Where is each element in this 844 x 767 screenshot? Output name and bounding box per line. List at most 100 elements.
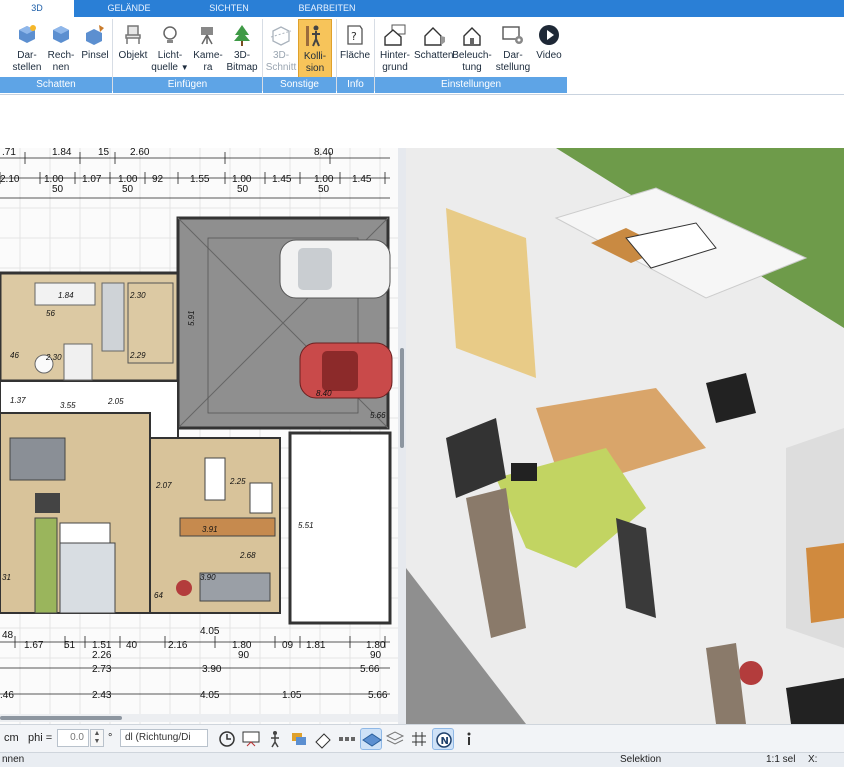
video-label: Video (536, 50, 562, 61)
staircase (59, 542, 116, 614)
darstellung-button[interactable]: Dar- stellung (494, 23, 532, 74)
dim-top-5: 8.40 (314, 148, 334, 158)
cube-render-icon (19, 25, 36, 43)
status-bar: nnen Selektion 1:1 sel X: (0, 752, 844, 767)
phi-input[interactable]: 0.0 (57, 729, 89, 747)
floor-plan-view[interactable]: .71 1.84 15 2.60 8.40 2.10 1.00 1.07 1.0… (0, 148, 398, 724)
section-cut-icon (270, 26, 292, 46)
floor-plan-canvas[interactable]: .71 1.84 15 2.60 8.40 2.10 1.00 1.07 1.0… (0, 148, 398, 724)
room-label-46: 2.30 (45, 353, 62, 362)
dim-row2-8: 1.45 (272, 174, 292, 185)
room-label-5-51: 5.51 (298, 521, 314, 530)
splitter-grip[interactable] (400, 348, 404, 448)
flaeche-button[interactable]: ? Fläche (338, 23, 372, 62)
direction-select[interactable]: dl (Richtung/Di (120, 729, 208, 747)
flaeche-label: Fläche (339, 50, 370, 61)
dim-row2-10: 1.45 (352, 174, 372, 185)
house-light-icon (463, 27, 481, 46)
scrollbar-thumb[interactable] (0, 716, 122, 720)
toilet-area (63, 343, 93, 381)
hintergrund-button[interactable]: Hinter- grund (376, 23, 414, 74)
view-splitter[interactable] (398, 148, 406, 724)
dim-top-2: 1.84 (52, 148, 72, 158)
cube-calc-icon (53, 26, 69, 43)
garage-dim-5-66: 5.66 (370, 411, 386, 420)
dim-sub-2: 50 (122, 184, 134, 195)
schatten-label: Schatten (414, 50, 454, 61)
clock-icon[interactable] (216, 728, 238, 750)
phi-stepper[interactable]: ▲ ▼ (90, 729, 104, 747)
darstellung-label: Dar- stellung (495, 50, 531, 73)
kamera-button[interactable]: Kame- ra (190, 23, 226, 74)
rechnen-label: Rech- nen (47, 50, 75, 73)
tab-3d[interactable]: 3D (0, 0, 74, 17)
tab-sichten[interactable]: SICHTEN (196, 0, 262, 17)
dim-4-05-top: 4.05 (200, 626, 220, 637)
beleuchtung-button[interactable]: Beleuch- tung (452, 23, 492, 74)
eraser-icon[interactable] (312, 728, 334, 750)
dim-bot1-sub-2: 90 (238, 650, 250, 661)
pinsel-button[interactable]: Pinsel (78, 23, 112, 62)
room-label-2-30: 2.30 (129, 291, 146, 300)
garage-dim-8-40: 8.40 (316, 389, 332, 398)
rechnen-button[interactable]: Rech- nen (44, 23, 78, 74)
dim-bot3-4: 1.05 (282, 690, 302, 701)
area-info-icon: ? (347, 25, 363, 45)
tab-bearbeiten[interactable]: BEARBEITEN (290, 0, 364, 17)
room-label-2-29: 46 (10, 351, 19, 360)
grid-icon[interactable] (408, 728, 430, 750)
lichtquelle-button[interactable]: Licht- quelle ▼ (150, 23, 190, 74)
house-background-icon (384, 24, 406, 46)
schnitt3d-button[interactable]: 3D- Schnitt (264, 23, 298, 74)
plan-horizontal-scrollbar[interactable] (0, 714, 398, 722)
room-label-31: 31 (2, 573, 11, 582)
tab-gelaende[interactable]: GELÄNDE (96, 0, 162, 17)
toilet-small (249, 482, 273, 514)
dim-bot2-1: 2.73 (92, 664, 112, 675)
shower (101, 282, 125, 352)
schnitt3d-label: 3D- Schnitt (265, 50, 297, 73)
dim-bot1-9: 1.81 (306, 640, 326, 651)
dim-sub-4: 50 (318, 184, 330, 195)
more-options-icon[interactable] (458, 728, 480, 750)
room-label-64: 64 (154, 591, 163, 600)
kitchen-counter-left (34, 517, 58, 614)
group-caption-schatten: Schatten (0, 77, 112, 93)
darstellen-label: Dar- stellen (12, 50, 42, 73)
camera-tripod-icon (201, 27, 213, 45)
status-mode: Selektion (620, 754, 662, 765)
status-scale: 1:1 sel (766, 754, 796, 765)
3d-canvas[interactable] (406, 148, 844, 724)
garage-dim-5-91: 5.91 (187, 310, 196, 326)
room-label-56: 56 (46, 309, 55, 318)
dim-sub-3: 50 (237, 184, 249, 195)
dim-bot1-1: 48 (2, 630, 14, 641)
dim-bot1-sub-1: 2.26 (92, 650, 112, 661)
person-wall-icon (306, 25, 320, 47)
layers-icon[interactable] (288, 728, 310, 750)
ribbon-tab-bar: 3D GELÄNDE SICHTEN BEARBEITEN (0, 0, 844, 17)
dim-bot1-6: 2.16 (168, 640, 188, 651)
pinsel-label: Pinsel (81, 50, 109, 61)
group-caption-einstellungen: Einstellungen (375, 77, 567, 93)
unit-label: cm (4, 732, 19, 744)
bitmap3d-button[interactable]: 3D- Bitmap (224, 23, 260, 74)
sideboard (179, 517, 276, 537)
layer-stack-icon[interactable] (384, 728, 406, 750)
link-icon[interactable] (336, 728, 358, 750)
walk-person-icon[interactable] (264, 728, 286, 750)
dim-bot3-1: .46 (0, 690, 14, 701)
lightbulb-icon (163, 26, 177, 43)
schatten-button[interactable]: Schatten (414, 23, 454, 62)
3d-view[interactable] (406, 148, 844, 724)
presentation-icon[interactable] (240, 728, 262, 750)
snap-grid-icon[interactable] (360, 728, 382, 750)
darstellen-button[interactable]: Dar- stellen (10, 23, 44, 74)
dim-bot1-sub-3: 90 (370, 650, 382, 661)
status-left-text: nnen (2, 754, 25, 765)
video-button[interactable]: Video (532, 23, 566, 62)
chevron-down-icon: ▼ (180, 63, 189, 72)
north-compass-icon[interactable]: N (432, 728, 454, 750)
objekt-button[interactable]: Objekt (116, 23, 150, 62)
room-label-3-91: 3.91 (202, 525, 218, 534)
